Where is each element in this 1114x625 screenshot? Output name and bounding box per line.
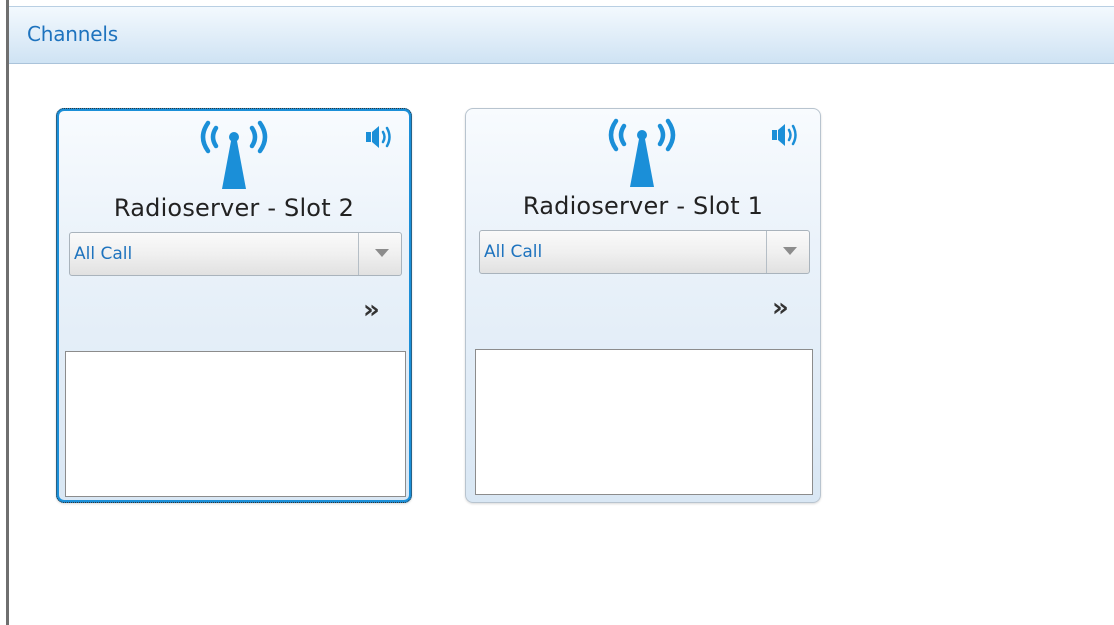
channels-panel: Channels Radioserver - Slot 2 All Call »…	[0, 0, 1114, 625]
window-left-border	[0, 0, 9, 625]
chevron-down-icon[interactable]	[783, 247, 797, 255]
panel-title: Channels	[27, 22, 118, 46]
select-divider	[766, 231, 767, 273]
channel-name: Radioserver - Slot 2	[113, 194, 355, 222]
double-chevron-right-icon[interactable]: »	[363, 297, 380, 323]
radio-tower-icon	[194, 117, 274, 191]
radio-tower-icon	[602, 115, 682, 189]
speaker-icon[interactable]	[770, 121, 800, 149]
channel-card-slot-1[interactable]: Radioserver - Slot 1 All Call »	[465, 108, 821, 503]
channel-activity-log	[475, 349, 813, 495]
chevron-down-icon[interactable]	[375, 249, 389, 257]
talkgroup-select[interactable]: All Call	[69, 232, 402, 276]
channel-card-slot-2[interactable]: Radioserver - Slot 2 All Call »	[56, 108, 412, 503]
select-divider	[358, 233, 359, 275]
channel-name: Radioserver - Slot 1	[522, 192, 764, 220]
talkgroup-select[interactable]: All Call	[479, 230, 810, 274]
speaker-icon[interactable]	[364, 123, 394, 151]
talkgroup-select-value: All Call	[484, 242, 543, 262]
channel-activity-log	[65, 351, 406, 497]
panel-header: Channels	[9, 6, 1114, 64]
talkgroup-select-value: All Call	[74, 244, 133, 264]
double-chevron-right-icon[interactable]: »	[772, 295, 789, 321]
